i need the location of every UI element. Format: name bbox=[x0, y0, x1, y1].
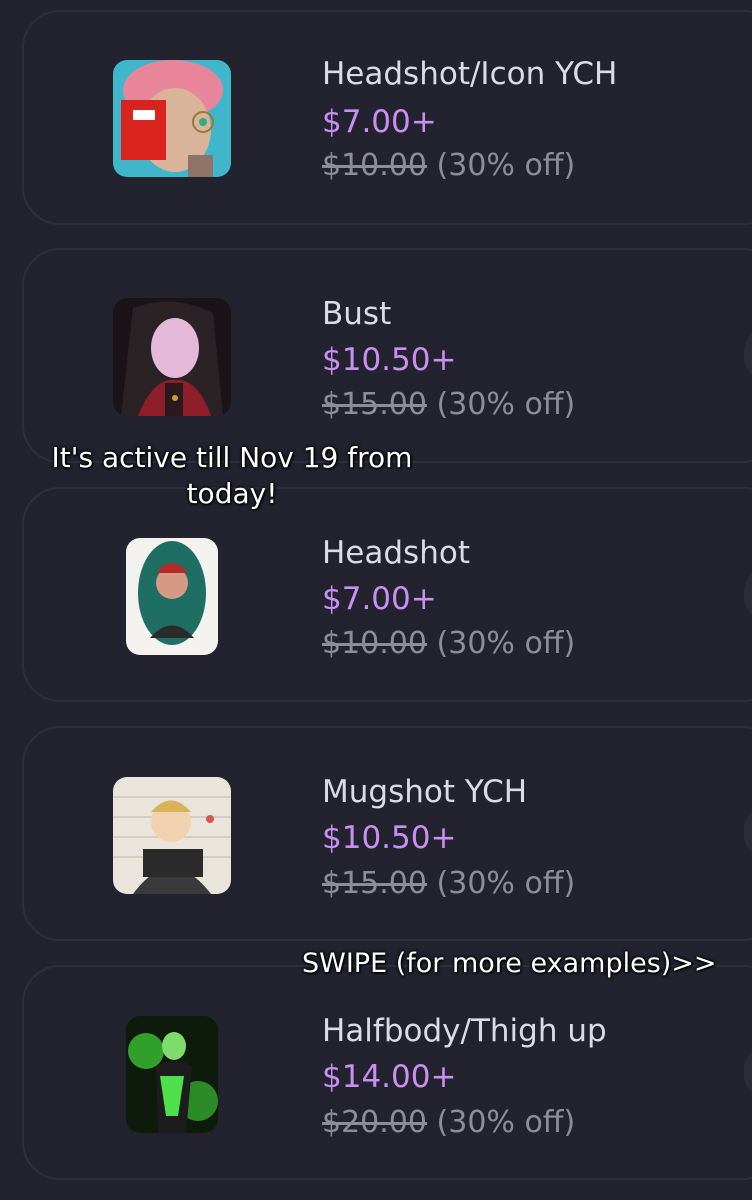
product-original-price: $20.00 (30% off) bbox=[322, 1105, 575, 1140]
product-title: Headshot/Icon YCH bbox=[322, 56, 618, 92]
product-original-price: $10.00 (30% off) bbox=[322, 626, 575, 661]
product-title: Headshot bbox=[322, 535, 470, 571]
product-thumbnail[interactable] bbox=[126, 1016, 218, 1133]
promo-caption: It's active till Nov 19 from today! bbox=[22, 440, 442, 512]
product-thumbnail[interactable] bbox=[113, 60, 231, 177]
halfbody-artwork bbox=[126, 1016, 218, 1133]
original-price-value: $20.00 bbox=[322, 1105, 427, 1140]
product-thumbnail[interactable] bbox=[126, 538, 218, 655]
discount-label: (30% off) bbox=[436, 148, 576, 183]
product-price: $14.00+ bbox=[322, 1059, 457, 1095]
product-original-price: $10.00 (30% off) bbox=[322, 148, 575, 183]
product-price: $7.00+ bbox=[322, 581, 437, 617]
promo-caption-line2: today! bbox=[186, 477, 278, 510]
product-original-price: $15.00 (30% off) bbox=[322, 387, 575, 422]
product-thumbnail[interactable] bbox=[113, 298, 231, 416]
product-thumbnail[interactable] bbox=[113, 777, 231, 894]
promo-caption-line1: It's active till Nov 19 from bbox=[51, 441, 413, 474]
swipe-caption: SWIPE (for more examples)>> bbox=[302, 948, 717, 979]
discount-label: (30% off) bbox=[436, 1105, 576, 1140]
product-price: $10.50+ bbox=[322, 342, 457, 378]
mugshot-artwork bbox=[113, 777, 231, 894]
discount-label: (30% off) bbox=[436, 387, 576, 422]
headshot-icon-artwork bbox=[113, 60, 231, 177]
product-title: Halfbody/Thigh up bbox=[322, 1013, 607, 1049]
product-title: Mugshot YCH bbox=[322, 774, 528, 810]
original-price-value: $10.00 bbox=[322, 626, 427, 661]
product-original-price: $15.00 (30% off) bbox=[322, 866, 575, 901]
product-price: $10.50+ bbox=[322, 820, 457, 856]
headshot-artwork bbox=[126, 538, 218, 655]
original-price-value: $15.00 bbox=[322, 866, 427, 901]
product-title: Bust bbox=[322, 296, 392, 332]
product-price: $7.00+ bbox=[322, 104, 437, 140]
original-price-value: $10.00 bbox=[322, 148, 427, 183]
discount-label: (30% off) bbox=[436, 866, 576, 901]
bust-artwork bbox=[113, 298, 231, 416]
original-price-value: $15.00 bbox=[322, 387, 427, 422]
discount-label: (30% off) bbox=[436, 626, 576, 661]
